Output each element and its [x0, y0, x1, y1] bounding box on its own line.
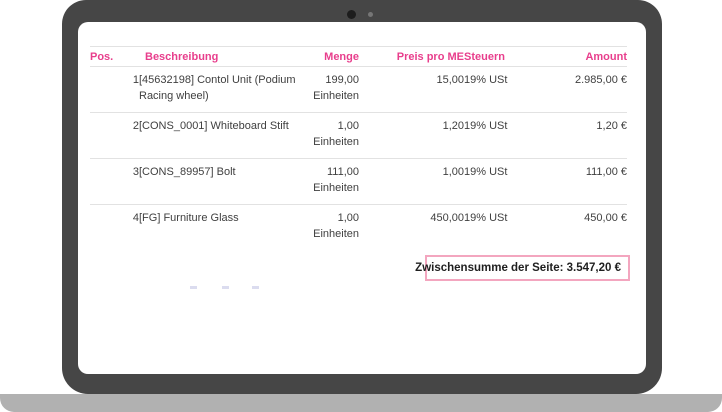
table-row: 3 [CONS_89957] Bolt 111,00 Einheiten 1,0…	[90, 159, 627, 205]
cell-qty: 1,00 Einheiten	[311, 113, 359, 159]
cell-description: [CONS_0001] Whiteboard Stift	[139, 113, 311, 159]
page: Pos. Beschreibung Menge Preis pro ME Ste…	[0, 0, 722, 412]
qty-value: 1,00	[338, 212, 359, 224]
header-steuern: Steuern	[464, 47, 541, 67]
cell-description: [FG] Furniture Glass	[139, 205, 311, 251]
cell-description: [CONS_89957] Bolt	[139, 159, 311, 205]
table-row: 4 [FG] Furniture Glass 1,00 Einheiten 45…	[90, 205, 627, 251]
cell-amount: 1,20 €	[541, 113, 627, 159]
device-frame: Pos. Beschreibung Menge Preis pro ME Ste…	[62, 0, 662, 394]
header-pos: Pos.	[90, 47, 139, 67]
camera-icon	[347, 10, 356, 19]
cell-tax: 19% USt	[464, 67, 541, 113]
header-amount: Amount	[541, 47, 627, 67]
qty-unit: Einheiten	[311, 226, 359, 242]
camera-indicator-icon	[368, 12, 373, 17]
table-row: 2 [CONS_0001] Whiteboard Stift 1,00 Einh…	[90, 113, 627, 159]
cell-tax: 19% USt	[464, 205, 541, 251]
cell-pos: 2	[90, 113, 139, 159]
cell-pos: 4	[90, 205, 139, 251]
cell-qty: 199,00 Einheiten	[311, 67, 359, 113]
cell-unit-price: 1,00	[359, 159, 464, 205]
cell-amount: 450,00 €	[541, 205, 627, 251]
page-subtotal-text: Zwischensumme der Seite: 3.547,20 €	[415, 262, 621, 274]
qty-unit: Einheiten	[311, 134, 359, 150]
device-screen: Pos. Beschreibung Menge Preis pro ME Ste…	[78, 22, 646, 374]
cell-amount: 2.985,00 €	[541, 67, 627, 113]
cell-pos: 3	[90, 159, 139, 205]
invoice-line-table: Pos. Beschreibung Menge Preis pro ME Ste…	[90, 46, 627, 250]
table-row: 1 [45632198] Contol Unit (Podium Racing …	[90, 67, 627, 113]
cell-amount: 111,00 €	[541, 159, 627, 205]
qty-unit: Einheiten	[311, 180, 359, 196]
cell-unit-price: 1,20	[359, 113, 464, 159]
qty-value: 199,00	[325, 74, 359, 86]
cell-pos: 1	[90, 67, 139, 113]
cell-tax: 19% USt	[464, 113, 541, 159]
qty-value: 111,00	[327, 166, 359, 178]
header-preis-pro-me: Preis pro ME	[359, 47, 464, 67]
cell-qty: 1,00 Einheiten	[311, 205, 359, 251]
table-header-row: Pos. Beschreibung Menge Preis pro ME Ste…	[90, 47, 627, 67]
cell-unit-price: 15,00	[359, 67, 464, 113]
laptop-base	[0, 394, 722, 412]
qty-unit: Einheiten	[311, 88, 359, 104]
header-beschreibung: Beschreibung	[139, 47, 311, 67]
cell-description: [45632198] Contol Unit (Podium Racing wh…	[139, 67, 311, 113]
faint-artifact	[222, 286, 229, 289]
cell-qty: 111,00 Einheiten	[311, 159, 359, 205]
cell-unit-price: 450,00	[359, 205, 464, 251]
cell-tax: 19% USt	[464, 159, 541, 205]
invoice-items-table: Pos. Beschreibung Menge Preis pro ME Ste…	[90, 46, 627, 250]
qty-value: 1,00	[338, 120, 359, 132]
page-subtotal-box: Zwischensumme der Seite: 3.547,20 €	[425, 255, 630, 281]
header-menge: Menge	[311, 47, 359, 67]
faint-artifact	[190, 286, 197, 289]
faint-artifact	[252, 286, 259, 289]
